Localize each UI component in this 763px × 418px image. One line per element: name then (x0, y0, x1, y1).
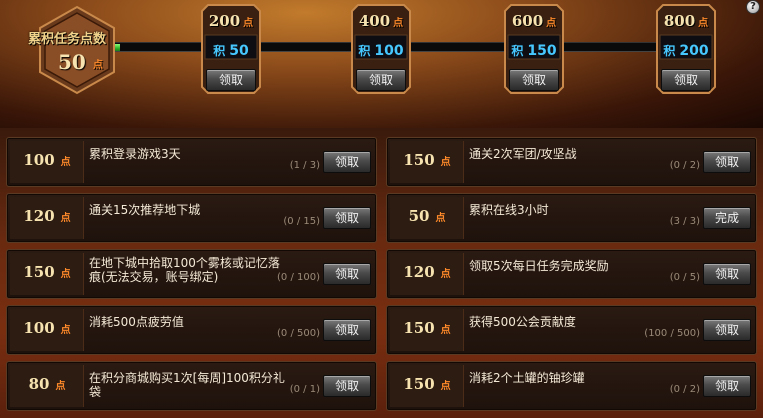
milestone-claim-button[interactable]: 领取 (509, 69, 559, 91)
task-progress: (0 / 2) (669, 384, 700, 395)
task-description: 通关15次推荐地下城 (89, 203, 201, 217)
milestone-points: 600 点 (511, 12, 557, 30)
task-progress: (3 / 3) (669, 216, 700, 227)
task-points: 150 点 (403, 151, 451, 169)
total-points-value: 50 (58, 50, 86, 74)
task-claim-button[interactable]: 领取 (703, 151, 751, 173)
task-row: 100 点 累积登录游戏3天 (1 / 3) 领取 (6, 137, 377, 187)
task-description: 在积分商城购买1次[每周]100积分礼袋 (89, 371, 285, 399)
task-description: 通关2次军团/攻坚战 (469, 147, 577, 161)
milestone-points: 800 点 (663, 12, 709, 30)
task-claim-button[interactable]: 领取 (703, 263, 751, 285)
task-points: 120 点 (403, 263, 451, 281)
task-progress: (0 / 1) (289, 384, 320, 395)
task-row: 80 点 在积分商城购买1次[每周]100积分礼袋 (0 / 1) 领取 (6, 361, 377, 411)
milestone-points: 400 点 (358, 12, 404, 30)
task-points: 50 点 (408, 207, 446, 225)
total-points-title: 累积任务点数 (28, 32, 107, 47)
task-progress: (100 / 500) (644, 328, 700, 339)
task-description: 累积在线3小时 (469, 203, 549, 217)
task-points: 150 点 (23, 263, 71, 281)
task-claim-button[interactable]: 领取 (323, 151, 371, 173)
task-points: 100 点 (23, 319, 71, 337)
milestone-reward: 积 150 (511, 43, 557, 59)
task-row: 150 点 获得500公会贡献度 (100 / 500) 领取 (386, 305, 757, 355)
task-claim-button[interactable]: 领取 (323, 375, 371, 397)
task-points: 150 点 (403, 319, 451, 337)
task-points: 120 点 (23, 207, 71, 225)
task-description: 消耗2个土罐的铀珍罐 (469, 371, 585, 385)
milestone-claim-button[interactable]: 领取 (356, 69, 406, 91)
task-points: 150 点 (403, 375, 451, 393)
task-progress: (0 / 100) (277, 272, 320, 283)
task-row: 150 点 在地下城中拾取100个雾核或记忆落痕(无法交易，账号绑定) (0 / … (6, 249, 377, 299)
task-complete-button[interactable]: 完成 (703, 207, 751, 229)
task-row: 150 点 消耗2个土罐的铀珍罐 (0 / 2) 领取 (386, 361, 757, 411)
task-row: 100 点 消耗500点疲劳值 (0 / 500) 领取 (6, 305, 377, 355)
milestone-400: 400 点 积 100 领取 (350, 3, 412, 95)
milestone-reward: 积 50 (213, 43, 249, 59)
task-claim-button[interactable]: 领取 (323, 207, 371, 229)
milestone-reward: 积 200 (663, 43, 709, 59)
milestone-claim-button[interactable]: 领取 (661, 69, 711, 91)
task-row: 150 点 通关2次军团/攻坚战 (0 / 2) 领取 (386, 137, 757, 187)
milestone-600: 600 点 积 150 领取 (503, 3, 565, 95)
help-icon[interactable]: ? (746, 0, 760, 14)
milestone-200: 200 点 积 50 领取 (200, 3, 262, 95)
task-row: 120 点 通关15次推荐地下城 (0 / 15) 领取 (6, 193, 377, 243)
task-description: 消耗500点疲劳值 (89, 315, 184, 329)
task-claim-button[interactable]: 领取 (703, 319, 751, 341)
task-description: 在地下城中拾取100个雾核或记忆落痕(无法交易，账号绑定) (89, 256, 280, 284)
task-claim-button[interactable]: 领取 (323, 319, 371, 341)
task-points: 100 点 (23, 151, 71, 169)
task-description: 累积登录游戏3天 (89, 147, 181, 161)
task-progress: (0 / 5) (669, 272, 700, 283)
task-claim-button[interactable]: 领取 (703, 375, 751, 397)
milestone-800: 800 点 积 200 领取 (655, 3, 717, 95)
task-points: 80 点 (28, 375, 66, 393)
milestone-points: 200 点 (208, 12, 254, 30)
task-progress: (0 / 500) (277, 328, 320, 339)
task-progress: (0 / 15) (283, 216, 320, 227)
task-row: 120 点 领取5次每日任务完成奖励 (0 / 5) 领取 (386, 249, 757, 299)
milestone-reward: 积 100 (358, 43, 404, 59)
task-description: 获得500公会贡献度 (469, 315, 576, 329)
task-claim-button[interactable]: 领取 (323, 263, 371, 285)
task-progress: (1 / 3) (289, 160, 320, 171)
task-progress: (0 / 2) (669, 160, 700, 171)
task-row: 50 点 累积在线3小时 (3 / 3) 完成 (386, 193, 757, 243)
milestone-claim-button[interactable]: 领取 (206, 69, 256, 91)
total-points-unit: 点 (93, 60, 103, 71)
task-description: 领取5次每日任务完成奖励 (469, 259, 609, 273)
